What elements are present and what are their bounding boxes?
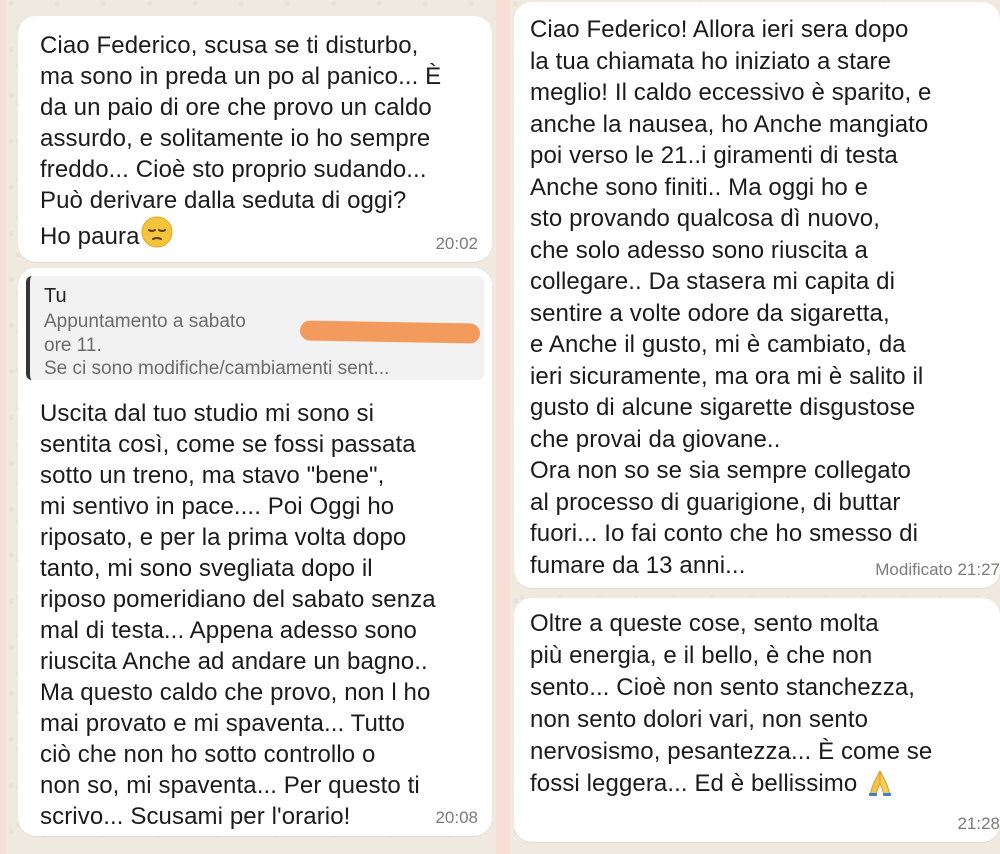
- message-timestamp: 21:28: [957, 814, 1000, 833]
- left-chat-screenshot: Ciao Federico, scusa se ti disturbo, ma …: [6, 0, 496, 854]
- message-bubble-energy[interactable]: Oltre a queste cose, sento molta più ene…: [514, 598, 1000, 842]
- folded-hands-icon: [867, 769, 893, 797]
- message-timestamp: Modificato 21:27: [875, 560, 1000, 579]
- message-bubble-reply[interactable]: Tu Appuntamento a sabato ore 11. Se ci s…: [18, 268, 492, 836]
- quoted-message[interactable]: Tu Appuntamento a sabato ore 11. Se ci s…: [26, 276, 484, 380]
- message-text: Oltre a queste cose, sento molta più ene…: [530, 610, 933, 797]
- message-bubble-update[interactable]: Ciao Federico! Allora ieri sera dopo la …: [514, 2, 1000, 588]
- quote-author: Tu: [44, 285, 67, 307]
- pensive-face-icon: [141, 216, 173, 256]
- message-timestamp: 20:02: [435, 234, 478, 253]
- message-last-line: fossi leggera... Ed è bellissimo: [530, 770, 858, 797]
- message-bubble-panic[interactable]: Ciao Federico, scusa se ti disturbo, ma …: [18, 16, 492, 262]
- quote-line: Se ci sono modifiche/cambiamenti sent...: [44, 358, 390, 379]
- message-text: Ciao Federico! Allora ieri sera dopo la …: [530, 16, 932, 579]
- redaction-mark: [299, 320, 481, 344]
- message-timestamp: 20:08: [435, 808, 478, 827]
- message-text: Ciao Federico, scusa se ti disturbo, ma …: [40, 30, 476, 256]
- message-last-line: Ho paura: [40, 223, 140, 250]
- message-text: Uscita dal tuo studio mi sono si sentita…: [40, 400, 436, 830]
- right-chat-screenshot: Ciao Federico! Allora ieri sera dopo la …: [510, 0, 1000, 854]
